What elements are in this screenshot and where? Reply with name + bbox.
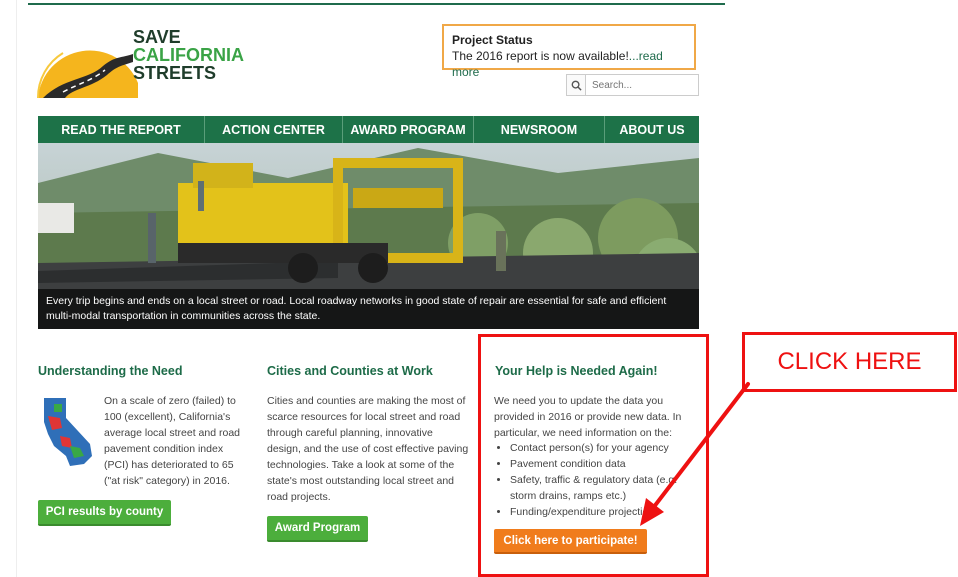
logo-line-1: SAVE — [133, 27, 181, 47]
cities-text: Cities and counties are making the most … — [267, 395, 469, 503]
search-icon — [571, 80, 582, 91]
need-text: On a scale of zero (failed) to 100 (exce… — [104, 395, 241, 487]
nav-about-us[interactable]: ABOUT US — [605, 116, 699, 143]
logo-wordmark: SAVE CALIFORNIA STREETS — [133, 28, 244, 82]
nav-read-the-report[interactable]: READ THE REPORT — [38, 116, 205, 143]
search-button[interactable] — [567, 75, 586, 95]
project-status-box: Project Status The 2016 report is now av… — [442, 24, 696, 79]
nav-newsroom[interactable]: NEWSROOM — [474, 116, 605, 143]
project-status-text: The 2016 report is now available! — [452, 49, 629, 63]
main-nav: READ THE REPORT ACTION CENTER AWARD PROG… — [38, 116, 699, 143]
site-logo[interactable]: SAVE CALIFORNIA STREETS — [33, 18, 273, 108]
california-map-icon — [44, 398, 92, 466]
nav-award-program[interactable]: AWARD PROGRAM — [343, 116, 474, 143]
logo-sun-road-icon — [36, 50, 138, 99]
project-status-title: Project Status — [452, 33, 533, 47]
logo-line-2: CALIFORNIA — [133, 45, 244, 65]
search-bar — [566, 74, 699, 96]
top-rule — [28, 3, 725, 5]
search-input[interactable] — [586, 75, 698, 95]
annotation-arrow-icon — [640, 382, 750, 526]
need-title: Understanding the Need — [38, 364, 183, 378]
page-left-border — [16, 0, 17, 577]
click-here-callout: CLICK HERE — [742, 332, 957, 392]
nav-action-center[interactable]: ACTION CENTER — [205, 116, 343, 143]
pci-results-button[interactable]: PCI results by county — [38, 500, 171, 526]
hero-caption: Every trip begins and ends on a local st… — [38, 289, 699, 329]
hero-banner: Every trip begins and ends on a local st… — [38, 143, 699, 329]
logo-line-3: STREETS — [133, 63, 217, 83]
award-program-button[interactable]: Award Program — [267, 516, 368, 542]
cities-title: Cities and Counties at Work — [267, 364, 433, 378]
